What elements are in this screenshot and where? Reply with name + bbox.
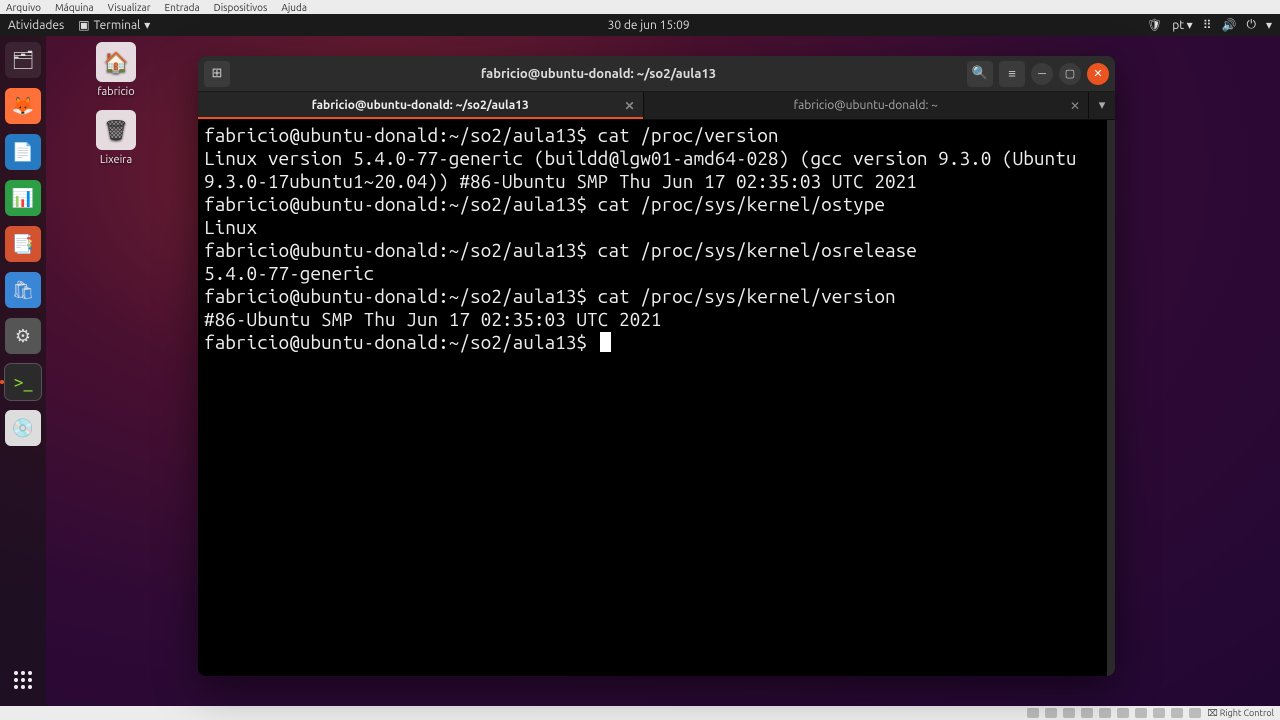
- terminal-titlebar[interactable]: ⊞ fabricio@ubuntu-donald: ~/so2/aula13 🔍…: [198, 56, 1115, 92]
- desktop-icon-home[interactable]: 🏠 fabricio: [86, 42, 146, 98]
- virtualbox-status-bar: ⌧ Right Control: [0, 706, 1280, 720]
- dock: 🗂 🦊 📄 📊 📑 🛍 ⚙ >_ 💿: [0, 36, 46, 706]
- home-folder-icon: 🏠: [96, 42, 136, 82]
- minimize-icon: ─: [1038, 68, 1046, 80]
- desktop-icon-trash[interactable]: 🗑 Lixeira: [86, 110, 146, 166]
- vb-optical-icon[interactable]: [1045, 708, 1057, 718]
- terminal-content[interactable]: fabricio@ubuntu-donald:~/so2/aula13$ cat…: [198, 120, 1115, 676]
- keyboard-layout[interactable]: pt ▾: [1172, 18, 1193, 32]
- gear-icon: ⚙: [15, 326, 31, 347]
- spreadsheet-icon: 📊: [12, 188, 34, 209]
- search-icon: 🔍: [972, 66, 988, 81]
- search-button[interactable]: 🔍: [967, 61, 993, 87]
- vb-host-key[interactable]: ⌧ Right Control: [1207, 708, 1274, 719]
- vb-menu-item[interactable]: Entrada: [165, 2, 200, 13]
- dock-app-terminal[interactable]: >_: [5, 364, 41, 400]
- dock-app-files[interactable]: 🗂: [5, 42, 41, 78]
- desktop: 🗂 🦊 📄 📊 📑 🛍 ⚙ >_ 💿 🏠 fabricio 🗑 Lixeira: [0, 36, 1280, 706]
- gnome-top-bar: Atividades ▣ Terminal ▾ 30 de jun 15:09 …: [0, 14, 1280, 36]
- shield-icon[interactable]: 🛡: [1147, 18, 1162, 32]
- network-icon[interactable]: ⠿: [1203, 18, 1212, 32]
- hamburger-menu-button[interactable]: ≡: [999, 61, 1025, 87]
- clock[interactable]: 30 de jun 15:09: [608, 19, 690, 32]
- dock-app-software[interactable]: 🛍: [5, 272, 41, 308]
- vb-menu-item[interactable]: Máquina: [55, 2, 94, 13]
- dock-app-writer[interactable]: 📄: [5, 134, 41, 170]
- dock-app-disc[interactable]: 💿: [5, 410, 41, 446]
- vb-recording-icon[interactable]: [1153, 708, 1165, 718]
- terminal-window: ⊞ fabricio@ubuntu-donald: ~/so2/aula13 🔍…: [198, 56, 1115, 676]
- files-icon: 🗂: [12, 50, 35, 71]
- new-tab-button[interactable]: ⊞: [204, 61, 230, 87]
- desktop-icon-label: Lixeira: [86, 154, 146, 166]
- terminal-icon: ▣: [78, 18, 89, 32]
- vb-mouse-icon[interactable]: [1189, 708, 1201, 718]
- dock-app-calc[interactable]: 📊: [5, 180, 41, 216]
- tab-close-button[interactable]: ✕: [624, 99, 634, 113]
- vb-audio-icon[interactable]: [1063, 708, 1075, 718]
- tab-label: fabricio@ubuntu-donald: ~/so2/aula13: [312, 99, 529, 112]
- vb-display-icon[interactable]: [1135, 708, 1147, 718]
- menu-icon: ≡: [1008, 66, 1016, 81]
- bag-icon: 🛍: [12, 280, 35, 301]
- dock-app-settings[interactable]: ⚙: [5, 318, 41, 354]
- vb-menu-item[interactable]: Dispositivos: [214, 2, 268, 13]
- vb-shared-folder-icon[interactable]: [1117, 708, 1129, 718]
- close-icon: ✕: [1093, 67, 1102, 80]
- new-tab-icon: ⊞: [212, 66, 223, 81]
- volume-icon[interactable]: 🔊: [1222, 18, 1237, 32]
- power-icon[interactable]: ⏻: [1246, 18, 1256, 32]
- desktop-icon-label: fabricio: [86, 86, 146, 98]
- terminal-tab-bar: fabricio@ubuntu-donald: ~/so2/aula13 ✕ f…: [198, 92, 1115, 120]
- activities-button[interactable]: Atividades: [8, 19, 64, 32]
- tab-close-button[interactable]: ✕: [1070, 99, 1080, 113]
- vb-menu-item[interactable]: Arquivo: [6, 2, 41, 13]
- vb-hdd-icon[interactable]: [1027, 708, 1039, 718]
- vb-menu-item[interactable]: Visualizar: [108, 2, 151, 13]
- chevron-down-icon: ▾: [1099, 98, 1106, 113]
- vb-cpu-icon[interactable]: [1171, 708, 1183, 718]
- terminal-icon: >_: [14, 372, 33, 392]
- show-applications-button[interactable]: [5, 662, 41, 698]
- vb-menu-item[interactable]: Ajuda: [281, 2, 307, 13]
- dock-app-impress[interactable]: 📑: [5, 226, 41, 262]
- virtualbox-menubar: Arquivo Máquina Visualizar Entrada Dispo…: [0, 0, 1280, 14]
- app-menu-label: Terminal: [94, 19, 141, 32]
- presentation-icon: 📑: [12, 234, 34, 255]
- tab-label: fabricio@ubuntu-donald: ~: [794, 99, 938, 112]
- grid-icon: [12, 669, 34, 691]
- app-menu[interactable]: ▣ Terminal ▾: [78, 18, 150, 32]
- close-button[interactable]: ✕: [1087, 63, 1109, 85]
- terminal-tab[interactable]: fabricio@ubuntu-donald: ~/so2/aula13 ✕: [198, 92, 644, 119]
- minimize-button[interactable]: ─: [1031, 63, 1053, 85]
- maximize-icon: ▢: [1065, 67, 1075, 80]
- vb-network-icon[interactable]: [1081, 708, 1093, 718]
- disc-icon: 💿: [12, 418, 34, 439]
- chevron-down-icon[interactable]: ▾: [1266, 18, 1272, 32]
- trash-icon: 🗑: [96, 110, 136, 150]
- dock-app-firefox[interactable]: 🦊: [5, 88, 41, 124]
- maximize-button[interactable]: ▢: [1059, 63, 1081, 85]
- firefox-icon: 🦊: [12, 96, 34, 117]
- vb-usb-icon[interactable]: [1099, 708, 1111, 718]
- document-icon: 📄: [12, 142, 34, 163]
- tab-dropdown-button[interactable]: ▾: [1089, 92, 1115, 119]
- terminal-tab[interactable]: fabricio@ubuntu-donald: ~ ✕: [644, 92, 1090, 119]
- window-title: fabricio@ubuntu-donald: ~/so2/aula13: [236, 67, 961, 81]
